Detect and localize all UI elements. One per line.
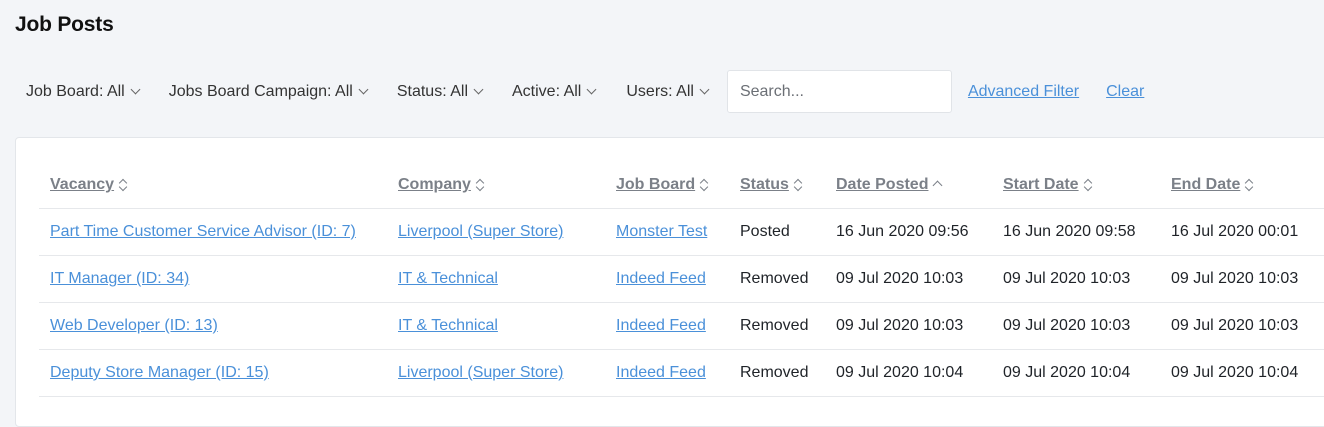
company-link[interactable]: IT & Technical: [398, 317, 498, 334]
clear-filters-link[interactable]: Clear: [1106, 83, 1144, 101]
column-header-date-posted[interactable]: Date Posted: [825, 162, 992, 209]
table-row: Web Developer (ID: 13) IT & Technical In…: [39, 302, 1324, 350]
job-board-filter-label: Job Board: All: [26, 82, 125, 100]
active-filter[interactable]: Active: All: [512, 82, 597, 101]
sort-icon: [699, 178, 709, 192]
column-header-job-board[interactable]: Job Board: [605, 162, 729, 209]
start-date-cell: 09 Jul 2020 10:04: [992, 349, 1160, 397]
job-board-cell: Indeed Feed: [605, 255, 729, 303]
table-row: Deputy Store Manager (ID: 15) Liverpool …: [39, 349, 1324, 397]
job-board-link[interactable]: Monster Test: [616, 223, 707, 240]
column-header-label: Date Posted: [836, 176, 929, 193]
company-link[interactable]: Liverpool (Super Store): [398, 364, 563, 381]
company-cell: IT & Technical: [387, 255, 605, 303]
column-header-label: Company: [398, 176, 471, 193]
vacancy-cell: IT Manager (ID: 34): [39, 255, 387, 303]
table-row: Part Time Customer Service Advisor (ID: …: [39, 208, 1324, 256]
column-header-status[interactable]: Status: [729, 162, 825, 209]
vacancy-link[interactable]: Web Developer (ID: 13): [50, 317, 218, 334]
status-filter[interactable]: Status: All: [396, 82, 484, 101]
table-row: IT Manager (ID: 34) IT & Technical Indee…: [39, 255, 1324, 303]
sort-icon: [475, 178, 485, 192]
column-header-company[interactable]: Company: [387, 162, 605, 209]
chevron-down-icon: [358, 84, 369, 95]
job-board-link[interactable]: Indeed Feed: [616, 270, 706, 287]
status-cell: Removed: [729, 302, 825, 350]
chevron-down-icon: [473, 84, 484, 95]
chevron-down-icon: [130, 84, 141, 95]
column-header-vacancy[interactable]: Vacancy: [39, 162, 387, 209]
job-board-cell: Monster Test: [605, 208, 729, 256]
end-date-cell: 09 Jul 2020 10:04: [1160, 349, 1324, 397]
sort-icon: [1245, 178, 1254, 192]
page-title: Job Posts: [15, 13, 114, 36]
chevron-down-icon: [586, 84, 597, 95]
column-header-start-date[interactable]: Start Date: [992, 162, 1160, 209]
status-cell: Removed: [729, 255, 825, 303]
users-filter-label: Users: All: [626, 82, 694, 100]
vacancy-cell: Web Developer (ID: 13): [39, 302, 387, 350]
end-date-cell: 09 Jul 2020 10:03: [1160, 255, 1324, 303]
company-cell: IT & Technical: [387, 302, 605, 350]
status-filter-label: Status: All: [396, 82, 468, 100]
campaign-filter[interactable]: Jobs Board Campaign: All: [168, 82, 369, 101]
date-posted-cell: 16 Jun 2020 09:56: [825, 208, 992, 256]
sort-icon: [1083, 178, 1092, 192]
start-date-cell: 09 Jul 2020 10:03: [992, 255, 1160, 303]
column-header-label: Start Date: [1003, 176, 1079, 193]
job-board-cell: Indeed Feed: [605, 302, 729, 350]
end-date-cell: 09 Jul 2020 10:03: [1160, 302, 1324, 350]
status-cell: Posted: [729, 208, 825, 256]
vacancy-cell: Part Time Customer Service Advisor (ID: …: [39, 208, 387, 256]
filter-bar: Job Board: All Jobs Board Campaign: All …: [26, 70, 1144, 113]
column-header-end-date[interactable]: End Date: [1160, 162, 1324, 209]
status-cell: Removed: [729, 349, 825, 397]
vacancy-cell: Deputy Store Manager (ID: 15): [39, 349, 387, 397]
date-posted-cell: 09 Jul 2020 10:03: [825, 302, 992, 350]
company-link[interactable]: Liverpool (Super Store): [398, 223, 563, 240]
start-date-cell: 09 Jul 2020 10:03: [992, 302, 1160, 350]
column-header-label: Vacancy: [50, 176, 115, 193]
campaign-filter-label: Jobs Board Campaign: All: [168, 82, 353, 100]
end-date-cell: 16 Jul 2020 00:01: [1160, 208, 1324, 256]
chevron-down-icon: [699, 84, 710, 95]
start-date-cell: 16 Jun 2020 09:58: [992, 208, 1160, 256]
date-posted-cell: 09 Jul 2020 10:03: [825, 255, 992, 303]
vacancy-link[interactable]: Part Time Customer Service Advisor (ID: …: [50, 223, 356, 240]
job-posts-card: Vacancy Company Job Board Status Date Po…: [15, 137, 1324, 427]
vacancy-link[interactable]: IT Manager (ID: 34): [50, 270, 189, 287]
company-link[interactable]: IT & Technical: [398, 270, 498, 287]
users-filter[interactable]: Users: All: [626, 82, 710, 101]
search-input[interactable]: [726, 70, 952, 113]
sort-ascending-icon: [933, 180, 943, 191]
date-posted-cell: 09 Jul 2020 10:04: [825, 349, 992, 397]
job-board-cell: Indeed Feed: [605, 349, 729, 397]
advanced-filter-link[interactable]: Advanced Filter: [968, 83, 1079, 101]
sort-icon: [118, 178, 128, 192]
column-header-label: End Date: [1171, 176, 1241, 193]
column-header-label: Job Board: [616, 176, 696, 193]
job-board-link[interactable]: Indeed Feed: [616, 317, 706, 334]
company-cell: Liverpool (Super Store): [387, 208, 605, 256]
table-header-row: Vacancy Company Job Board Status Date Po…: [39, 162, 1324, 209]
column-header-label: Status: [740, 176, 789, 193]
sort-icon: [793, 178, 803, 192]
job-posts-table: Vacancy Company Job Board Status Date Po…: [39, 162, 1324, 397]
active-filter-label: Active: All: [512, 82, 582, 100]
company-cell: Liverpool (Super Store): [387, 349, 605, 397]
job-board-link[interactable]: Indeed Feed: [616, 364, 706, 381]
job-board-filter[interactable]: Job Board: All: [26, 82, 141, 101]
vacancy-link[interactable]: Deputy Store Manager (ID: 15): [50, 364, 269, 381]
